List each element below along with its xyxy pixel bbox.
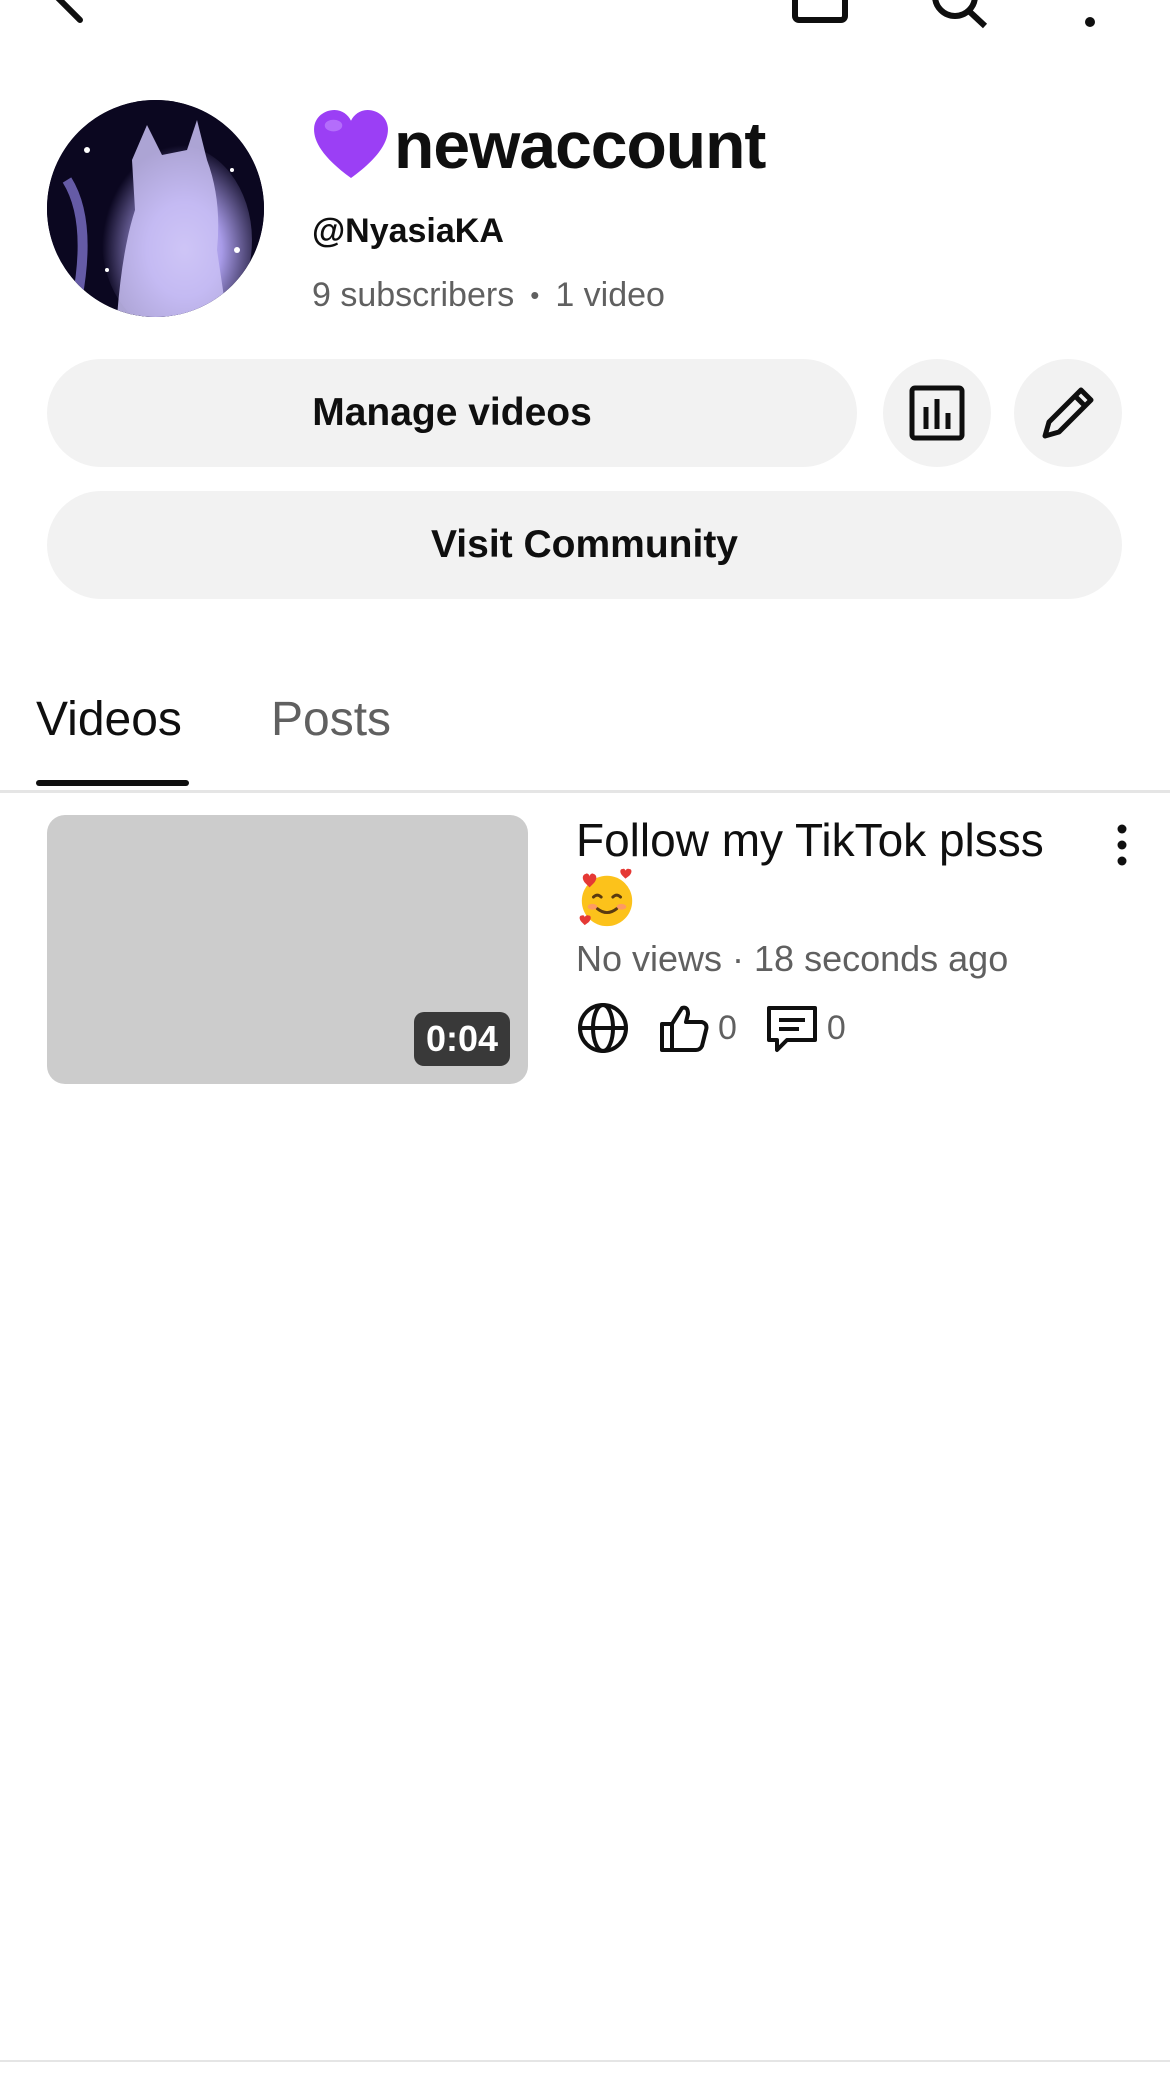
- channel-meta: 9 subscribers • 1 video: [312, 276, 665, 315]
- subscriber-count: 9 subscribers: [312, 276, 515, 314]
- video-stats: 0 0: [576, 1000, 874, 1056]
- edit-channel-button[interactable]: [1014, 359, 1122, 467]
- search-icon[interactable]: [925, 0, 995, 30]
- visit-community-button[interactable]: Visit Community: [47, 491, 1122, 599]
- cast-icon[interactable]: [785, 0, 855, 30]
- more-vert-top-icon[interactable]: [1075, 0, 1105, 30]
- video-duration: 0:04: [413, 1012, 510, 1066]
- smiling-face-with-hearts-icon: [579, 868, 633, 927]
- purple-heart-icon: [314, 110, 388, 179]
- globe-icon: [578, 1003, 628, 1053]
- top-app-bar: [0, 0, 1170, 30]
- channel-handle: @NyasiaKA: [312, 212, 504, 250]
- manage-videos-button[interactable]: Manage videos: [47, 359, 857, 467]
- like-count: 0: [718, 1008, 737, 1047]
- channel-avatar[interactable]: [47, 100, 264, 317]
- video-title[interactable]: Follow my TikTok plsss: [576, 810, 1096, 930]
- meta-separator: •: [530, 280, 540, 310]
- bottom-nav-divider: [0, 2060, 1170, 2062]
- analytics-button[interactable]: [883, 359, 991, 467]
- active-tab-indicator: [36, 780, 189, 786]
- channel-tabs: Videos Posts: [0, 680, 1170, 793]
- tab-videos[interactable]: Videos: [36, 692, 182, 747]
- channel-name-text: newaccount: [394, 108, 766, 182]
- analytics-icon: [909, 385, 965, 441]
- channel-name: newaccount: [312, 105, 766, 185]
- comment-count: 0: [826, 1008, 846, 1047]
- video-meta: No views · 18 seconds ago: [576, 938, 1009, 979]
- video-thumbnail[interactable]: 0:04: [47, 815, 528, 1084]
- more-vert-icon[interactable]: [1098, 823, 1146, 867]
- thumbs-up-icon: [660, 1005, 709, 1052]
- tab-posts[interactable]: Posts: [271, 692, 391, 747]
- video-title-text: Follow my TikTok plsss: [576, 814, 1044, 866]
- comment-icon: [766, 1006, 817, 1052]
- video-count: 1 video: [555, 276, 665, 314]
- back-icon[interactable]: [40, 0, 100, 30]
- pencil-icon: [1042, 387, 1094, 439]
